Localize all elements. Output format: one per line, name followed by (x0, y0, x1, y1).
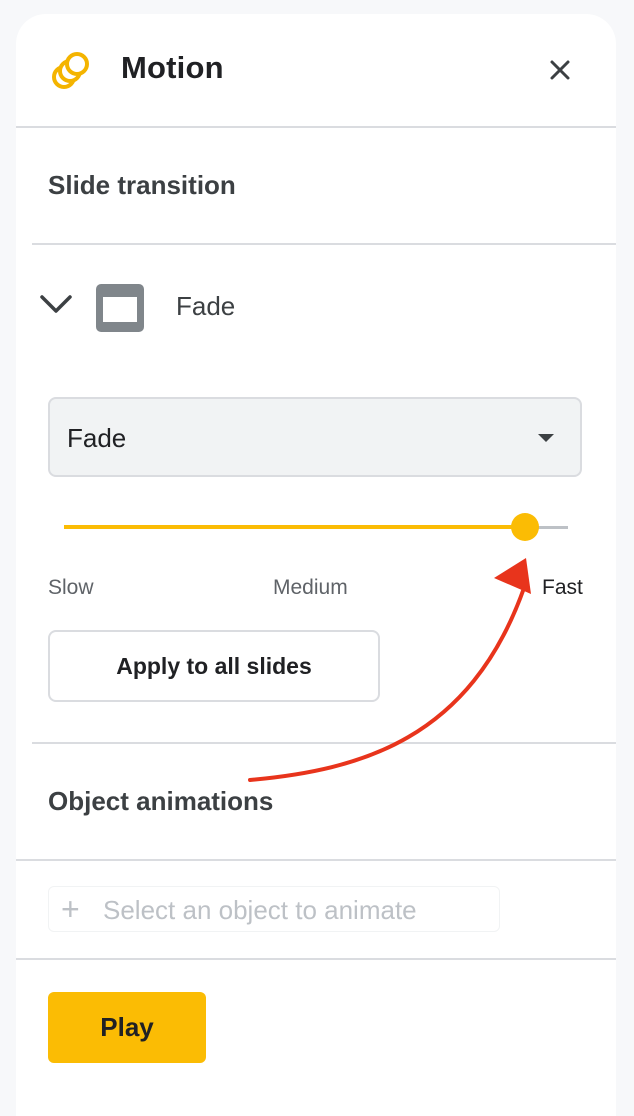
divider (32, 243, 616, 245)
panel-title: Motion (121, 50, 224, 85)
divider (16, 859, 616, 861)
plus-icon: + (61, 891, 80, 927)
panel-header: Motion (16, 14, 616, 128)
speed-label-fast: Fast (542, 576, 583, 599)
chevron-down-icon[interactable] (36, 288, 76, 322)
divider (16, 958, 616, 960)
dropdown-arrow-icon (538, 434, 554, 442)
slide-transition-heading: Slide transition (48, 170, 236, 200)
divider (32, 742, 616, 744)
speed-label-slow: Slow (48, 576, 94, 599)
speed-slider[interactable] (64, 510, 568, 546)
add-animation-placeholder: Select an object to animate (103, 895, 417, 925)
transition-type-dropdown[interactable]: Fade (48, 397, 582, 477)
speed-label-medium: Medium (273, 576, 348, 599)
slider-thumb[interactable] (511, 513, 539, 541)
transition-name: Fade (176, 291, 236, 321)
dropdown-value: Fade (67, 423, 127, 453)
motion-circles-icon (52, 52, 89, 89)
apply-to-all-slides-button[interactable]: Apply to all slides (48, 630, 380, 702)
motion-panel: Motion Slide transition Fade Fade Slow M… (16, 14, 616, 1116)
play-button[interactable]: Play (48, 992, 206, 1063)
object-animations-heading: Object animations (48, 786, 274, 816)
close-icon[interactable] (542, 52, 578, 88)
add-animation-button[interactable]: + Select an object to animate (48, 886, 500, 932)
slide-thumbnail-icon (96, 284, 144, 332)
slider-fill (64, 525, 525, 529)
